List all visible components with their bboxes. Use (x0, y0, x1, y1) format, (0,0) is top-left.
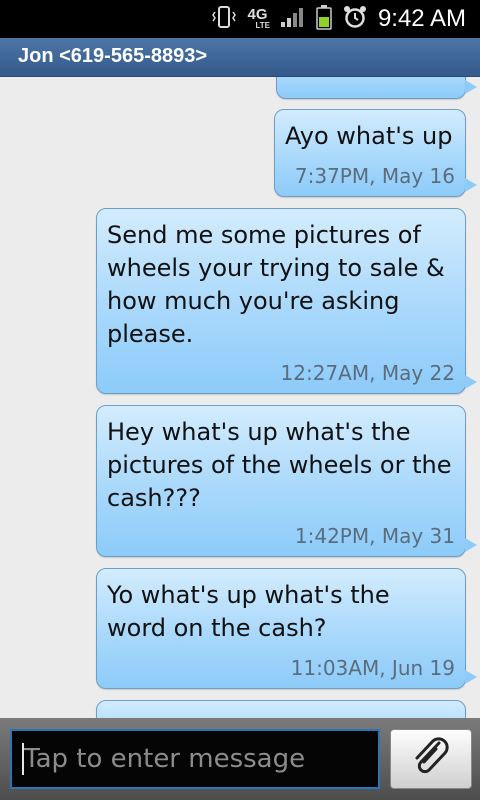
network-sub-label: LTE (255, 21, 270, 30)
message-timestamp: 1:42PM, May 31 (294, 524, 455, 548)
message-timestamp: 11:03AM, Jun 19 (290, 656, 455, 680)
paperclip-icon (409, 735, 453, 783)
message-bubble[interactable]: Yo what's up what's the word on the cash… (96, 568, 477, 689)
message-bubble[interactable]: Hey what's up what's the pictures of the… (96, 405, 477, 557)
contact-name[interactable]: Jon <619-565-8893> (18, 45, 207, 68)
lte-icon: 4G LTE (247, 7, 270, 30)
text-caret (22, 743, 24, 775)
message-text: Yo what's up what's the word on the cash… (107, 581, 390, 642)
vibrate-icon (211, 5, 237, 33)
status-bar: 4G LTE 9:42 AM (0, 0, 480, 38)
status-time: 9:42 AM (377, 5, 466, 32)
status-icons: 4G LTE (211, 4, 368, 34)
message-text: Hey what's up what's the pictures of the… (107, 418, 452, 512)
attach-button[interactable] (390, 729, 472, 789)
message-text: Send me some pictures of wheels your try… (107, 221, 445, 348)
composer-bar (0, 718, 480, 800)
message-timestamp: 12:27AM, May 22 (280, 361, 455, 385)
message-bubble[interactable]: Send me some pictures of wheels your try… (96, 208, 477, 394)
message-bubble-partial[interactable] (276, 77, 477, 99)
message-bubble[interactable]: Ayo what's up 7:37PM, May 16 (274, 109, 477, 197)
signal-icon (280, 6, 306, 32)
message-list[interactable]: Ayo what's up 7:37PM, May 16 Send me som… (0, 77, 480, 718)
alarm-icon (342, 4, 368, 34)
conversation-header: Jon <619-565-8893> (0, 38, 480, 77)
message-text: Ayo what's up (285, 122, 453, 150)
battery-icon (316, 4, 332, 34)
message-bubble-partial[interactable] (96, 700, 466, 718)
message-timestamp: 7:37PM, May 16 (294, 164, 455, 188)
message-input[interactable] (10, 729, 380, 789)
